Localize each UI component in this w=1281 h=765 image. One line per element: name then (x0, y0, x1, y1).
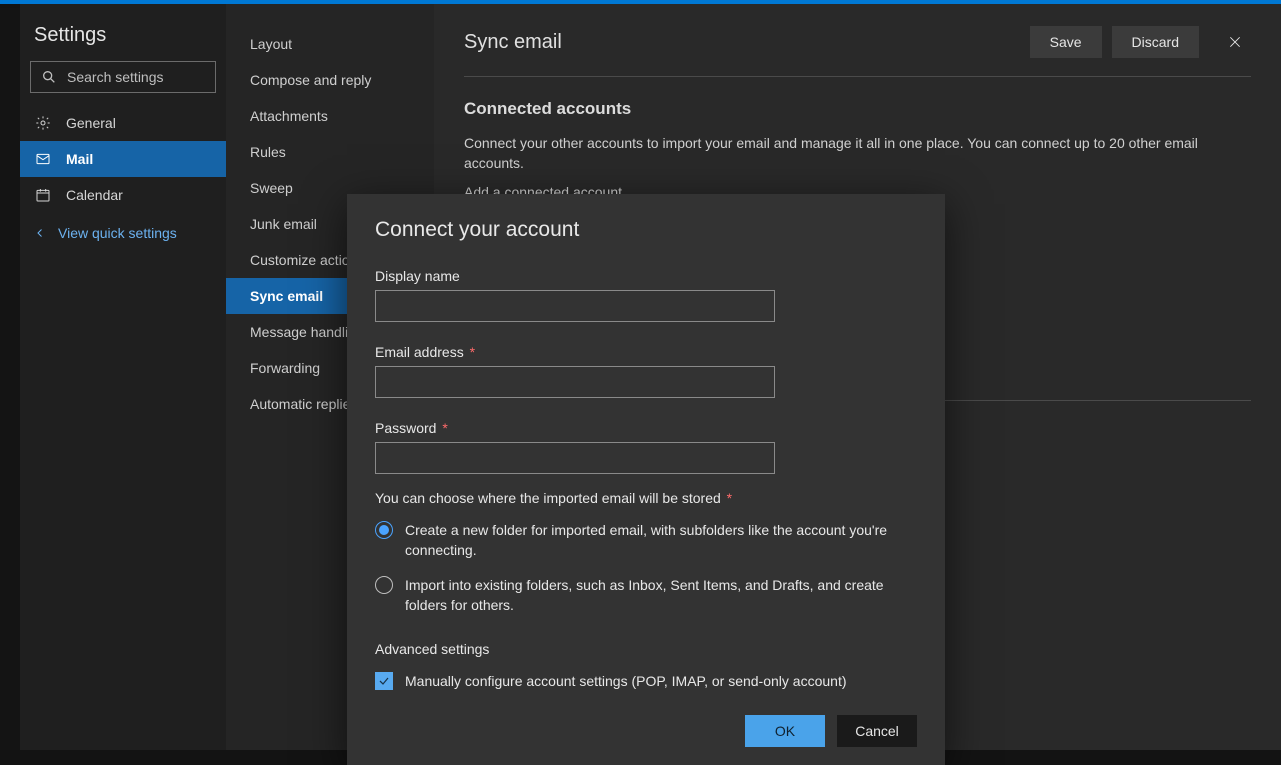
main-header: Sync email Save Discard (464, 26, 1251, 77)
required-marker: * (723, 490, 732, 506)
save-button[interactable]: Save (1030, 26, 1102, 58)
calendar-icon (34, 187, 52, 203)
nav-label: Calendar (66, 187, 123, 203)
checkbox-label: Manually configure account settings (POP… (405, 671, 847, 691)
settings-title: Settings (20, 24, 226, 61)
email-input[interactable] (375, 366, 775, 398)
nav-mail[interactable]: Mail (20, 141, 226, 177)
check-icon (378, 675, 390, 687)
close-button[interactable] (1219, 26, 1251, 58)
checkbox-icon (375, 672, 393, 690)
chevron-left-icon (34, 227, 46, 239)
nav-calendar[interactable]: Calendar (20, 177, 226, 213)
search-input[interactable]: Search settings (30, 61, 216, 93)
manual-configure-checkbox[interactable]: Manually configure account settings (POP… (375, 671, 917, 691)
password-label: Password * (375, 420, 917, 436)
subnav-layout[interactable]: Layout (226, 26, 434, 62)
dialog-title: Connect your account (375, 218, 917, 242)
storage-hint-text: You can choose where the imported email … (375, 490, 721, 506)
storage-hint: You can choose where the imported email … (375, 490, 917, 506)
storage-option-new-folder[interactable]: Create a new folder for imported email, … (375, 520, 917, 561)
view-quick-settings-link[interactable]: View quick settings (20, 213, 226, 253)
close-icon (1228, 35, 1242, 49)
email-label-text: Email address (375, 344, 464, 360)
connected-accounts-desc: Connect your other accounts to import yo… (464, 133, 1204, 174)
display-name-label: Display name (375, 268, 917, 284)
radio-icon (375, 521, 393, 539)
page-title: Sync email (464, 31, 1020, 54)
gear-icon (34, 115, 52, 131)
ok-button[interactable]: OK (745, 715, 825, 747)
connect-account-dialog: Connect your account Display name Email … (347, 194, 945, 765)
search-icon (41, 69, 57, 85)
storage-option-existing-folders[interactable]: Import into existing folders, such as In… (375, 575, 917, 616)
mail-icon (34, 151, 52, 167)
radio-label: Create a new folder for imported email, … (405, 520, 917, 561)
subnav-rules[interactable]: Rules (226, 134, 434, 170)
subnav-attachments[interactable]: Attachments (226, 98, 434, 134)
quick-link-label: View quick settings (58, 225, 177, 241)
dialog-buttons: OK Cancel (375, 715, 917, 747)
discard-button[interactable]: Discard (1112, 26, 1199, 58)
required-marker: * (466, 344, 475, 360)
password-input[interactable] (375, 442, 775, 474)
password-label-text: Password (375, 420, 436, 436)
required-marker: * (438, 420, 447, 436)
email-label: Email address * (375, 344, 917, 360)
settings-sidebar: Settings Search settings General Mail Ca… (20, 4, 226, 750)
nav-general[interactable]: General (20, 105, 226, 141)
search-placeholder: Search settings (67, 69, 164, 85)
cancel-button[interactable]: Cancel (837, 715, 917, 747)
radio-label: Import into existing folders, such as In… (405, 575, 917, 616)
subnav-compose[interactable]: Compose and reply (226, 62, 434, 98)
advanced-settings-title: Advanced settings (375, 641, 917, 657)
nav-label: General (66, 115, 116, 131)
nav-label: Mail (66, 151, 93, 167)
radio-icon (375, 576, 393, 594)
connected-accounts-title: Connected accounts (464, 99, 1251, 119)
display-name-input[interactable] (375, 290, 775, 322)
left-gutter (0, 8, 20, 750)
